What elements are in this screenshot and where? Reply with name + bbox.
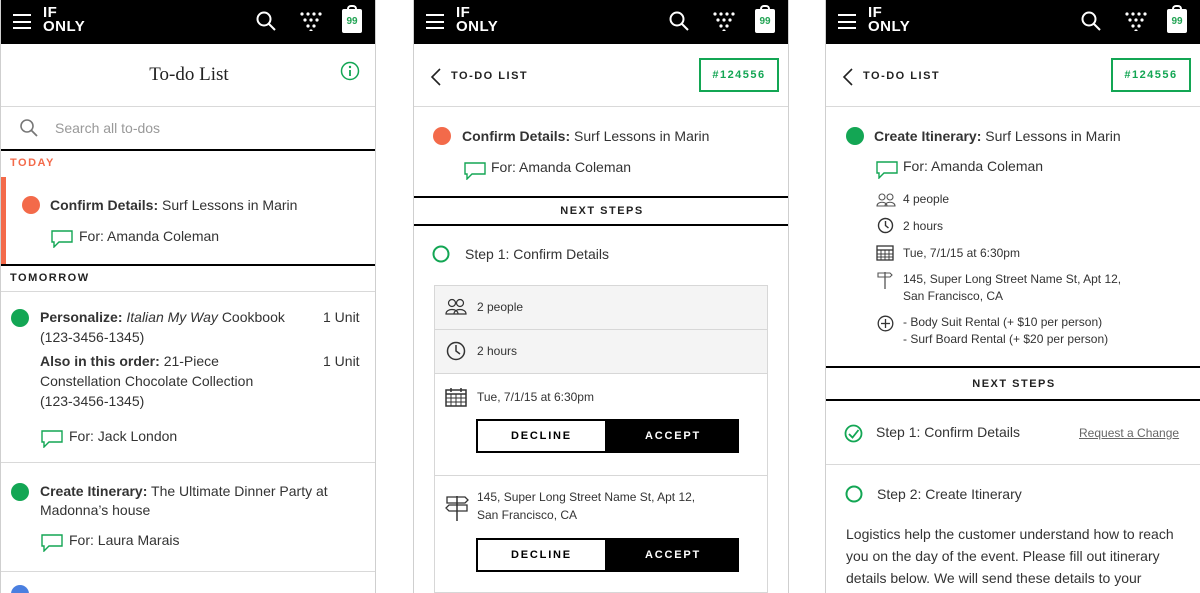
clock-icon (446, 341, 466, 361)
logo[interactable]: IF ONLY (456, 5, 498, 34)
addon-2: - Surf Board Rental (+ $20 per person) (903, 332, 1109, 346)
list-item[interactable]: Confirm Details: Surf Lessons in Marin (50, 197, 297, 213)
decline-button[interactable]: DECLINE (476, 419, 607, 453)
body-text-line: details below. We will send these detail… (846, 570, 1142, 586)
chevron-left-icon[interactable] (430, 68, 442, 86)
cart-icon[interactable]: 99 (1167, 5, 1187, 33)
page-title: To-do List (149, 64, 229, 85)
also-in-order: Also in this order: 21-Piece (40, 353, 219, 369)
order-id-badge[interactable]: #124556 (699, 58, 779, 92)
back-link[interactable]: TO-DO LIST (863, 70, 940, 82)
section-tomorrow: TOMORROW (10, 272, 90, 284)
logo[interactable]: IF ONLY (43, 5, 85, 34)
top-bar: IF ONLY 99 (826, 0, 1200, 44)
menu-icon[interactable] (426, 14, 444, 29)
clock-icon (877, 217, 894, 234)
status-dot (433, 127, 451, 145)
step-2-label[interactable]: Step 2: Create Itinerary (877, 486, 1022, 502)
for-label: For: Jack London (69, 428, 178, 444)
search-input[interactable]: Search all to-dos (55, 120, 160, 136)
address-line-1: 145, Super Long Street Name St, Apt 12, (477, 490, 696, 504)
selected-indicator (1, 177, 6, 264)
people-icon (445, 298, 467, 315)
search-icon (20, 119, 38, 137)
people-icon (876, 193, 896, 207)
back-link[interactable]: TO-DO LIST (451, 70, 528, 82)
body-text-line: you on the day of the event. Please fill… (846, 548, 1160, 564)
item-qty: 1 Unit (323, 309, 360, 325)
search-icon[interactable] (669, 11, 689, 31)
todo-title: Confirm Details: Surf Lessons in Marin (462, 128, 710, 144)
address-line-2: San Francisco, CA (477, 508, 578, 522)
accept-button[interactable]: ACCEPT (607, 538, 739, 572)
next-steps-header: NEXT STEPS (972, 378, 1056, 390)
next-steps-header: NEXT STEPS (560, 205, 644, 217)
top-bar: IF ONLY 99 (1, 0, 375, 44)
section-today: TODAY (10, 157, 55, 169)
address-line-2: San Francisco, CA (903, 289, 1004, 303)
also-item-name: Constellation Chocolate Collection (40, 373, 254, 389)
logo[interactable]: IF ONLY (868, 5, 910, 34)
triangle-dots-icon[interactable] (1124, 11, 1148, 31)
item-sku: (123-3456-1345) (40, 329, 145, 345)
accept-button[interactable]: ACCEPT (607, 419, 739, 453)
menu-icon[interactable] (13, 14, 31, 29)
address-line-1: 145, Super Long Street Name St, Apt 12, (903, 272, 1122, 286)
item-title-cont: Madonna’s house (40, 502, 151, 518)
step-1-label[interactable]: Step 1: Confirm Details (876, 424, 1020, 440)
item-qty: 1 Unit (323, 353, 360, 369)
top-bar: IF ONLY 99 (414, 0, 788, 44)
chevron-left-icon[interactable] (842, 68, 854, 86)
people-count: 2 people (477, 300, 524, 314)
decline-button[interactable]: DECLINE (476, 538, 607, 572)
search-icon[interactable] (256, 11, 276, 31)
for-label: For: Laura Marais (69, 532, 180, 548)
request-change-link[interactable]: Request a Change (1079, 426, 1179, 440)
chat-icon (51, 230, 73, 248)
for-label: For: Amanda Coleman (491, 159, 632, 175)
cart-icon[interactable]: 99 (755, 5, 775, 33)
itinerary-screen: IF ONLY 99 TO-DO LIST #124556 Create Itin… (825, 0, 1200, 593)
todo-detail-screen: IF ONLY 99 TO-DO LIST #124556 Confirm Det… (413, 0, 789, 593)
chat-icon (464, 162, 486, 180)
status-dot (11, 483, 29, 501)
info-icon[interactable] (340, 61, 360, 81)
step-circle-icon[interactable] (845, 485, 863, 503)
check-circle-icon[interactable] (844, 424, 863, 443)
chat-icon (41, 534, 63, 552)
chat-icon (876, 161, 898, 179)
date-time: Tue, 7/1/15 at 6:30pm (903, 246, 1020, 260)
search-icon[interactable] (1081, 11, 1101, 31)
signpost-icon (445, 496, 469, 521)
status-dot (22, 196, 40, 214)
step-circle-icon[interactable] (432, 245, 450, 263)
status-dot (846, 127, 864, 145)
list-item[interactable]: Create Itinerary: The Ultimate Dinner Pa… (40, 483, 328, 499)
order-id-badge[interactable]: #124556 (1111, 58, 1191, 92)
list-item[interactable]: Personalize: Italian My Way Cookbook (40, 309, 285, 325)
step-1-label[interactable]: Step 1: Confirm Details (465, 246, 609, 262)
calendar-icon (445, 388, 467, 407)
menu-icon[interactable] (838, 14, 856, 29)
todo-title: Create Itinerary: Surf Lessons in Marin (874, 128, 1121, 144)
for-label: For: Amanda Coleman (903, 158, 1044, 174)
plus-circle-icon (877, 315, 894, 332)
triangle-dots-icon[interactable] (712, 11, 736, 31)
for-label: For: Amanda Coleman (79, 228, 220, 244)
status-dot (11, 309, 29, 327)
status-dot (11, 585, 29, 593)
also-item-sku: (123-3456-1345) (40, 393, 145, 409)
addon-1: - Body Suit Rental (+ $10 per person) (903, 315, 1103, 329)
people-count: 4 people (903, 192, 950, 206)
duration: 2 hours (477, 344, 518, 358)
duration: 2 hours (903, 219, 944, 233)
body-text-line: Logistics help the customer understand h… (846, 526, 1174, 542)
chat-icon (41, 430, 63, 448)
cart-icon[interactable]: 99 (342, 5, 362, 33)
todo-list-screen: IF ONLY 99 To-do List Search all to-dos T… (0, 0, 376, 593)
date-time: Tue, 7/1/15 at 6:30pm (477, 390, 594, 404)
calendar-icon (876, 245, 894, 261)
signpost-icon (877, 272, 893, 289)
triangle-dots-icon[interactable] (299, 11, 323, 31)
